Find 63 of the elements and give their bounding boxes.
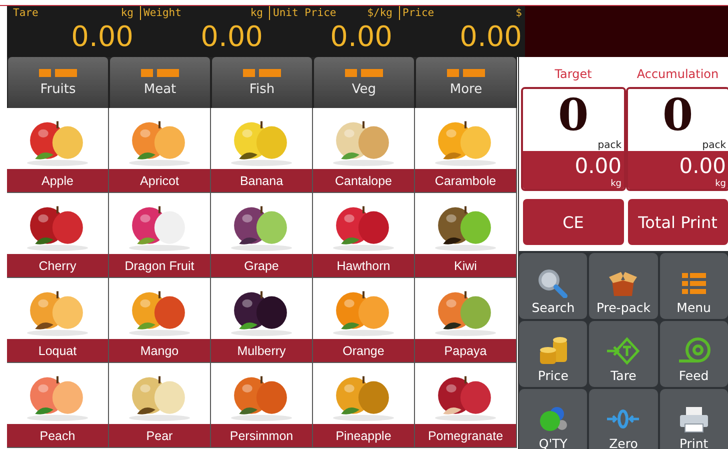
display-label: Price — [402, 6, 434, 20]
bars-icon — [243, 68, 281, 76]
bars-icon — [345, 68, 383, 76]
display-unit: $/kg — [367, 6, 392, 20]
product-tile[interactable]: Cherry — [7, 193, 109, 278]
product-tile[interactable]: Dragon Fruit — [109, 193, 211, 278]
bars-icon — [447, 68, 485, 76]
display-unit: kg — [250, 6, 263, 20]
product-tile[interactable]: Banana — [211, 108, 313, 193]
product-tile[interactable]: Kiwi — [415, 193, 517, 278]
display-label: Tare — [13, 6, 38, 20]
action-button[interactable]: CE — [523, 199, 624, 245]
count-value: 0 — [558, 89, 589, 143]
product-tile[interactable]: Cantalope — [313, 108, 415, 193]
count-value: 0 — [662, 89, 694, 143]
product-tile[interactable]: Mango — [109, 278, 211, 363]
category-tab[interactable]: More — [416, 57, 516, 108]
display-value: 0.00 — [329, 20, 392, 54]
product-tile[interactable]: Apricot — [109, 108, 211, 193]
category-tab[interactable]: Fish — [212, 57, 312, 108]
display-unit: kg — [120, 6, 134, 20]
product-tile[interactable]: Loquat — [7, 278, 109, 363]
bars-icon — [141, 68, 179, 76]
category-tab[interactable]: Meat — [110, 57, 210, 108]
product-tile[interactable]: Hawthorn — [313, 193, 415, 278]
count-unit: pack — [598, 140, 622, 151]
product-tile[interactable]: Carambole — [415, 108, 517, 193]
display-value: 0.00 — [200, 20, 263, 54]
counter-title: Target — [554, 67, 592, 81]
display-value: 0.00 — [458, 20, 522, 54]
weight-value: 0.00 — [679, 153, 726, 179]
tare-icon — [605, 336, 642, 366]
prepack-button[interactable]: Pre-pack — [589, 253, 658, 319]
feed-button[interactable]: Feed — [660, 321, 728, 387]
weight-unit: kg — [610, 179, 622, 189]
product-tile[interactable]: Peach — [7, 363, 109, 448]
menu-button[interactable]: Menu — [660, 253, 728, 319]
zero-button[interactable]: Zero — [589, 389, 658, 449]
display-value: 0.00 — [70, 20, 134, 54]
product-tile[interactable]: Apple — [7, 108, 109, 193]
product-tile[interactable]: Grape — [211, 193, 313, 278]
product-tile[interactable]: Papaya — [415, 278, 517, 363]
product-tile[interactable]: Orange — [313, 278, 415, 363]
counter-title: Accumulation — [636, 67, 719, 81]
bars-icon — [39, 68, 77, 76]
weight-unit: kg — [715, 179, 726, 189]
product-tile[interactable]: Persimmon — [211, 363, 313, 448]
category-tab[interactable]: Fruits — [8, 57, 108, 108]
product-tile[interactable]: Pear — [109, 363, 211, 448]
print-button[interactable]: Print — [660, 389, 728, 449]
action-button[interactable]: Total Print — [628, 199, 728, 245]
product-tile[interactable]: Pineapple — [313, 363, 415, 448]
tare-button[interactable]: Tare — [589, 321, 658, 387]
display-label: Unit Price — [273, 6, 336, 20]
product-tile[interactable]: Mulberry — [211, 278, 313, 363]
product-tile[interactable]: Pomegranate — [415, 363, 517, 448]
search-button[interactable]: Search — [519, 253, 588, 319]
category-tab[interactable]: Veg — [314, 57, 414, 108]
weight-value: 0.00 — [574, 153, 622, 179]
count-unit: pack — [702, 140, 726, 151]
price-button[interactable]: Price — [519, 321, 588, 387]
display-label: Weight — [144, 6, 182, 20]
display-unit: $ — [516, 6, 522, 20]
